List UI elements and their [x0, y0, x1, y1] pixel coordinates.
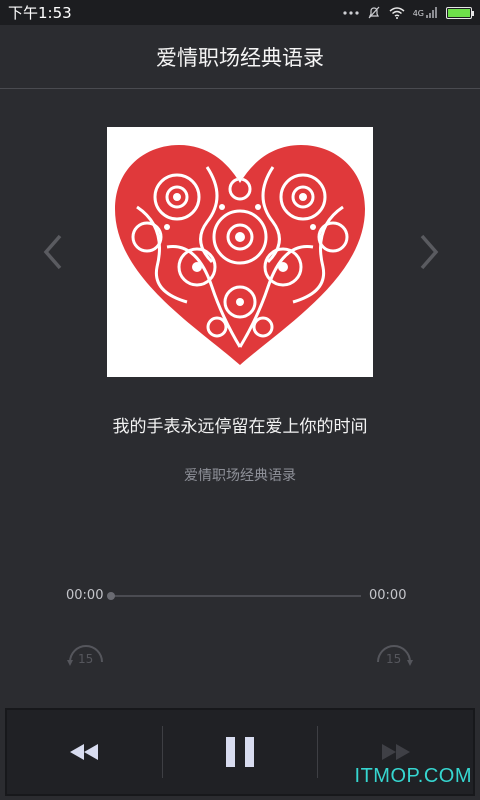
wifi-icon [389, 6, 405, 19]
track-album: 爱情职场经典语录 [184, 468, 296, 484]
signal-dots-icon [343, 10, 359, 15]
status-icons: 4G [343, 6, 474, 20]
album-cover [107, 127, 373, 377]
watermark: ITMOP.COM [354, 765, 472, 787]
cell-signal-icon [426, 7, 437, 18]
pause-icon [226, 737, 254, 767]
fast-forward-icon [381, 744, 410, 760]
progress-handle[interactable] [107, 592, 115, 600]
notification-muted-icon [368, 6, 380, 18]
track-title: 我的手表永远停留在爱上你的时间 [112, 417, 368, 437]
heart-artwork [115, 145, 365, 365]
progress-bar[interactable] [110, 595, 361, 597]
previous-track-arrow[interactable] [38, 230, 68, 274]
status-time: 下午1:53 [8, 4, 72, 22]
forward-15-button[interactable]: 15 [374, 640, 414, 672]
rewind-seconds-label: 15 [78, 652, 94, 666]
forward-seconds-label: 15 [386, 652, 402, 666]
network-type-label: 4G [412, 9, 424, 18]
page-title: 爱情职场经典语录 [0, 25, 480, 89]
status-bar: 下午1:53 4G [0, 0, 480, 25]
rewind-icon [70, 744, 99, 760]
battery-icon [446, 6, 474, 19]
current-time: 00:00 [66, 588, 104, 603]
pause-button[interactable] [163, 710, 318, 794]
chevron-right-icon [420, 234, 439, 270]
next-track-arrow[interactable] [414, 230, 444, 274]
previous-button[interactable] [7, 710, 162, 794]
chevron-left-icon [43, 234, 62, 270]
rewind-15-button[interactable]: 15 [66, 640, 106, 672]
total-time: 00:00 [369, 588, 407, 603]
